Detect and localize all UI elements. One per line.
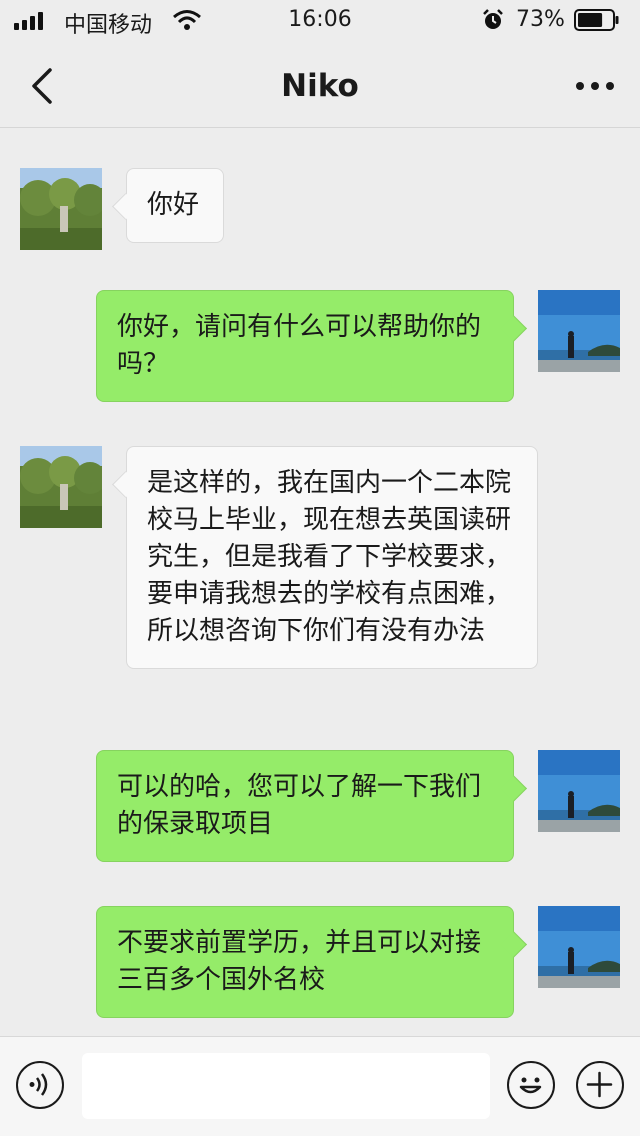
message-bubble-outgoing[interactable]: 可以的哈，您可以了解一下我们的保录取项目 xyxy=(96,750,514,862)
my-avatar[interactable] xyxy=(538,290,620,372)
voice-icon[interactable] xyxy=(16,1061,64,1109)
battery-percent: 73% xyxy=(516,7,565,32)
emoji-icon[interactable] xyxy=(507,1061,555,1109)
chat-area[interactable]: 你好 你好，请问有什么可以帮助你的吗？ 是这样的，我在国内一个二本院校马上毕业，… xyxy=(0,129,640,1036)
input-bar xyxy=(0,1036,640,1136)
battery-icon xyxy=(574,9,619,31)
my-avatar[interactable] xyxy=(538,906,620,988)
message-bubble-outgoing[interactable]: 不要求前置学历，并且可以对接三百多个国外名校 xyxy=(96,906,514,1018)
contact-avatar[interactable] xyxy=(20,168,102,250)
plus-icon[interactable] xyxy=(576,1061,624,1109)
nav-bar: Niko xyxy=(0,40,640,128)
message-bubble-outgoing[interactable]: 你好，请问有什么可以帮助你的吗？ xyxy=(96,290,514,402)
status-bar: 中国移动 16:06 73% xyxy=(0,0,640,40)
alarm-icon xyxy=(483,9,503,29)
chat-title: Niko xyxy=(281,68,359,104)
my-avatar[interactable] xyxy=(538,750,620,832)
message-bubble-incoming[interactable]: 是这样的，我在国内一个二本院校马上毕业，现在想去英国读研究生，但是我看了下学校要… xyxy=(126,446,538,669)
contact-avatar[interactable] xyxy=(20,446,102,528)
more-dots-icon[interactable] xyxy=(570,66,620,106)
message-bubble-incoming[interactable]: 你好 xyxy=(126,168,224,243)
message-input[interactable] xyxy=(82,1053,490,1119)
